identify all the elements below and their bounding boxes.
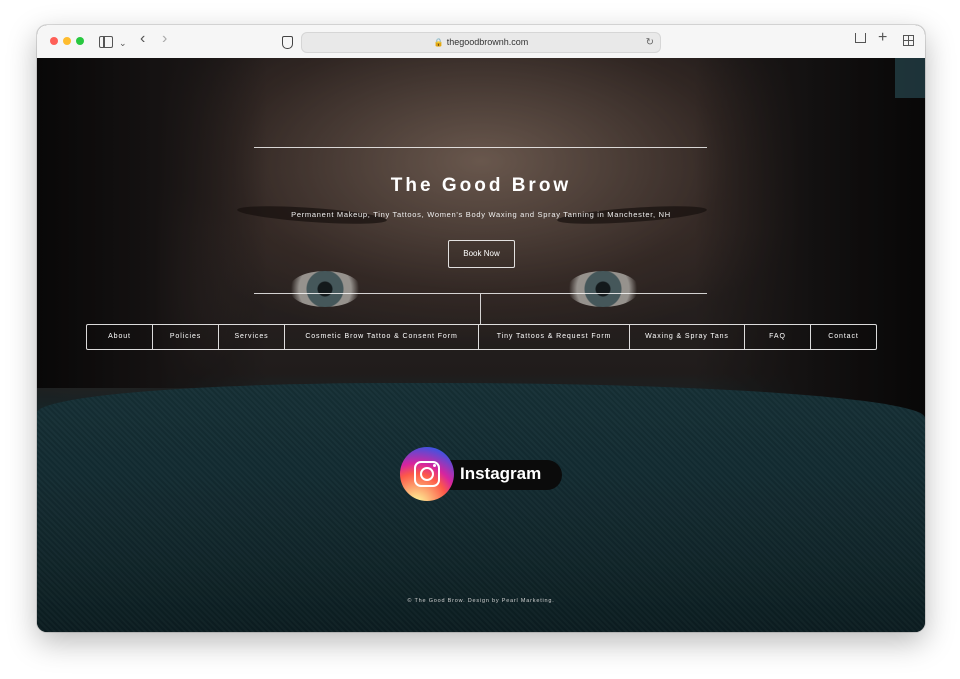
back-icon[interactable]: ‹ [140,31,145,47]
tab-overview-icon[interactable] [903,35,914,46]
lock-icon: 🔒 [433,38,444,47]
forward-icon[interactable]: › [162,31,167,47]
privacy-shield-icon[interactable] [282,36,293,49]
header-top-rule [254,147,707,148]
url-text: thegoodbrownh.com [446,37,529,47]
nav-item-faq[interactable]: FAQ [745,325,811,349]
instagram-label: Instagram [460,464,542,483]
zoom-window-button[interactable] [76,37,84,45]
main-navigation: About Policies Services Cosmetic Brow Ta… [86,324,877,350]
new-tab-icon[interactable]: + [878,30,887,46]
chevron-down-icon[interactable]: ⌄ [119,35,127,51]
book-now-button[interactable]: Book Now [448,240,515,268]
nav-item-cosmetic-brow-tattoo[interactable]: Cosmetic Brow Tattoo & Consent Form [285,325,479,349]
site-title[interactable]: The Good Brow [37,175,925,197]
nav-item-tiny-tattoos[interactable]: Tiny Tattoos & Request Form [479,325,630,349]
share-icon[interactable] [855,33,866,43]
nav-item-about[interactable]: About [87,325,153,349]
browser-window: ⌄ ‹ › 🔒 thegoodbrownh.com ↻ + The Good Br… [37,25,925,632]
hero-section: The Good Brow Permanent Makeup, Tiny Tat… [37,58,925,632]
nav-item-policies[interactable]: Policies [153,325,219,349]
address-bar[interactable]: 🔒 thegoodbrownh.com ↻ [301,32,661,53]
browser-toolbar: ⌄ ‹ › 🔒 thegoodbrownh.com ↻ + [37,25,925,59]
instagram-icon [400,447,454,501]
reload-icon[interactable]: ↻ [646,33,654,52]
nav-item-services[interactable]: Services [219,325,285,349]
instagram-button[interactable]: Instagram [400,447,562,501]
nav-item-waxing-spray-tans[interactable]: Waxing & Spray Tans [630,325,745,349]
site-tagline: Permanent Makeup, Tiny Tattoos, Women's … [291,210,671,219]
sidebar-icon[interactable] [99,36,113,48]
close-window-button[interactable] [50,37,58,45]
nav-item-contact[interactable]: Contact [811,325,876,349]
footer-credit: © The Good Brow. Design by Pearl Marketi… [407,598,555,604]
minimize-window-button[interactable] [63,37,71,45]
nav-connector-line [480,294,481,324]
